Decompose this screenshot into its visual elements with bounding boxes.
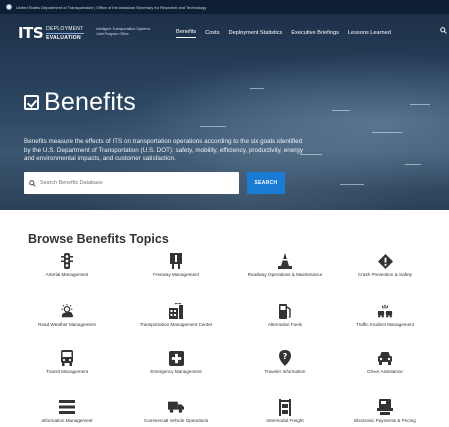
topic-arterial-management[interactable]: Arterial Management — [13, 253, 121, 278]
topic-traveler-information[interactable]: ? Traveler Information — [231, 350, 339, 375]
hero-banner: ITS DEPLOYMENT EVALUATION Intelligent Tr… — [0, 14, 449, 210]
nav-costs[interactable]: Costs — [205, 30, 219, 38]
logo-line1: DEPLOYMENT — [46, 25, 84, 34]
hero-description: Benefits measure the effects of ITS on t… — [24, 138, 304, 163]
browse-title: Browse Benefits Topics — [28, 232, 169, 246]
topic-label: Emergency Management — [150, 369, 202, 374]
logo-its-text: ITS — [18, 24, 44, 42]
payment-icon — [377, 399, 393, 415]
topic-emergency-management[interactable]: Emergency Management — [122, 350, 230, 375]
topic-transit-management[interactable]: Transit Management — [13, 350, 121, 375]
freight-crane-icon — [277, 398, 293, 416]
topic-label: Electronic Payments & Pricing — [354, 418, 416, 423]
topic-label: Transportation Management Center — [139, 322, 213, 327]
truck-icon — [168, 399, 184, 415]
its-logo[interactable]: ITS DEPLOYMENT EVALUATION — [18, 24, 84, 42]
warning-diamond-icon — [377, 253, 393, 269]
incident-icon — [377, 303, 393, 319]
topic-label: Commercial Vehicle Operations — [143, 418, 209, 423]
topic-traffic-incident-management[interactable]: Traffic Incident Management — [331, 303, 439, 328]
topic-commercial-vehicle-operations[interactable]: Commercial Vehicle Operations — [122, 399, 230, 424]
topic-label: Transit Management — [46, 369, 88, 374]
topic-label: Crash Prevention & Safety — [357, 272, 413, 277]
gov-bar-text: United States Department of Transportati… — [16, 4, 207, 10]
topic-label: Information Management — [41, 418, 93, 423]
road-sign-icon — [168, 253, 184, 269]
topic-electronic-payments-pricing[interactable]: Electronic Payments & Pricing — [331, 399, 439, 424]
topic-label: Driver Assistance — [367, 369, 403, 374]
topic-roadway-operations-maintenance[interactable]: Roadway Operations & Maintenance — [231, 253, 339, 278]
search-box — [24, 172, 239, 194]
traffic-light-icon — [59, 253, 75, 269]
nav-benefits[interactable]: Benefits — [176, 29, 197, 38]
topic-label: Intermodal Freight — [266, 418, 304, 423]
topic-label: Alternative Fuels — [267, 322, 303, 327]
search-icon — [29, 179, 36, 187]
topic-intermodal-freight[interactable]: Intermodal Freight — [231, 398, 339, 424]
benefits-search: SEARCH — [24, 172, 285, 194]
management-center-icon — [168, 303, 184, 319]
nav-lessons-learned[interactable]: Lessons Learned — [348, 30, 391, 38]
list-icon — [59, 399, 75, 415]
traffic-cone-icon — [277, 253, 293, 269]
topic-label: Freeway Management — [153, 272, 199, 277]
us-flag-icon — [6, 4, 12, 10]
car-icon — [377, 350, 393, 366]
topic-driver-assistance[interactable]: Driver Assistance — [331, 350, 439, 375]
page-title: Benefits — [24, 88, 136, 117]
weather-icon — [59, 303, 75, 319]
fuel-pump-icon — [277, 303, 293, 319]
topic-alternative-fuels[interactable]: Alternative Fuels — [231, 303, 339, 328]
search-input[interactable] — [40, 180, 230, 186]
nav-executive-briefings[interactable]: Executive Briefings — [291, 30, 339, 38]
search-button[interactable]: SEARCH — [247, 172, 285, 194]
topic-road-weather-management[interactable]: Road Weather Management — [13, 303, 121, 328]
svg-text:?: ? — [283, 352, 288, 361]
main-nav: Benefits Costs Deployment Statistics Exe… — [176, 29, 391, 38]
bus-icon — [59, 350, 75, 366]
topic-transportation-management-center[interactable]: Transportation Management Center — [122, 303, 230, 328]
page-title-text: Benefits — [44, 88, 136, 116]
medical-cross-icon — [168, 350, 184, 366]
topic-label: Arterial Management — [45, 272, 89, 277]
topic-label: Roadway Operations & Maintenance — [247, 272, 323, 277]
topic-freeway-management[interactable]: Freeway Management — [122, 253, 230, 278]
topic-label: Road Weather Management — [38, 322, 96, 327]
location-pin-icon: ? — [277, 350, 293, 366]
topic-information-management[interactable]: Information Management — [13, 399, 121, 424]
topic-label: Traveler Information — [264, 369, 306, 374]
gov-bar: United States Department of Transportati… — [0, 0, 449, 14]
header-search-icon[interactable] — [440, 27, 447, 34]
topic-crash-prevention-safety[interactable]: Crash Prevention & Safety — [331, 253, 439, 278]
topic-label: Traffic Incident Management — [356, 322, 414, 327]
checkbox-icon — [24, 95, 39, 110]
site-header: ITS DEPLOYMENT EVALUATION Intelligent Tr… — [0, 14, 449, 52]
logo-line2: EVALUATION — [46, 34, 81, 41]
tagline: Intelligent Transportation Systems Joint… — [96, 27, 151, 36]
nav-deployment-statistics[interactable]: Deployment Statistics — [229, 30, 283, 38]
